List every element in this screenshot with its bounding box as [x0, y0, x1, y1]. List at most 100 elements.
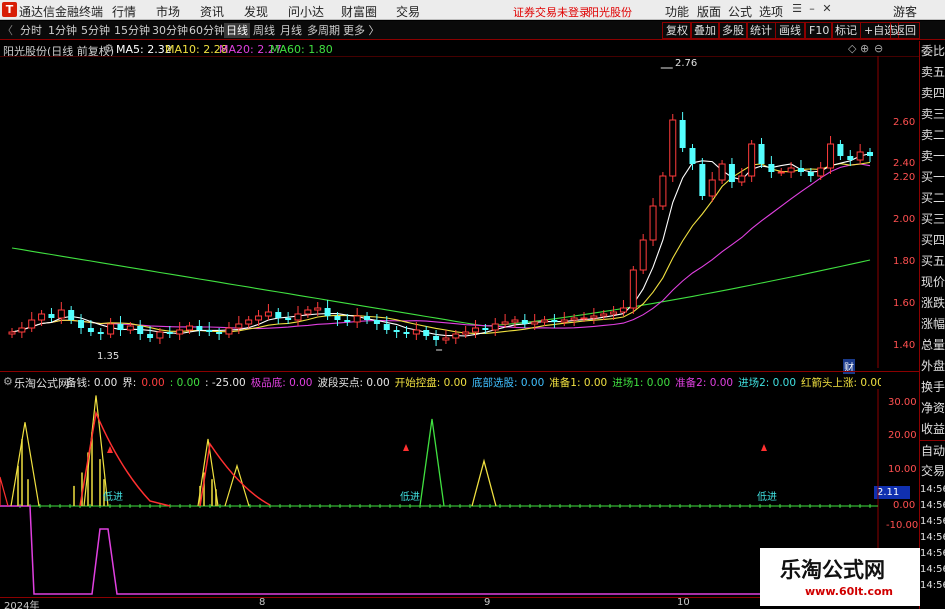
- menu-caifuquan[interactable]: 财富圈: [341, 3, 377, 20]
- side-zhangdie[interactable]: 涨跌: [920, 293, 945, 314]
- candle-body: [689, 148, 696, 164]
- candle-body: [541, 319, 549, 323]
- candle-body: [708, 179, 716, 197]
- side-sell1[interactable]: 卖一: [920, 146, 945, 167]
- tab-more[interactable]: 更多 〉: [343, 23, 380, 38]
- minimize-icon[interactable]: –: [805, 2, 819, 16]
- menu-shichang[interactable]: 市场: [156, 3, 180, 20]
- side-buy3[interactable]: 买三: [920, 209, 945, 230]
- back-button[interactable]: 返回: [890, 22, 920, 39]
- tab-duozhouqi[interactable]: 多周期: [307, 23, 340, 38]
- side-jingzi[interactable]: 净资: [920, 398, 945, 419]
- candle-body: [501, 321, 509, 325]
- candle-body: [57, 309, 65, 319]
- candle-body: [462, 331, 470, 335]
- candle-body: [186, 325, 194, 331]
- side-shouyi[interactable]: 收益: [920, 419, 945, 440]
- settings-gear-icon[interactable]: ⚙: [104, 42, 114, 55]
- zoom-out-icon[interactable]: ⊖: [874, 42, 883, 55]
- candle-body: [87, 328, 94, 332]
- tab-5min[interactable]: 5分钟: [81, 23, 110, 38]
- tab-1min[interactable]: 1分钟: [48, 23, 77, 38]
- tab-rixian[interactable]: 日线: [224, 23, 250, 38]
- watermark: 乐淘公式网 www.60lt.com: [760, 548, 920, 606]
- menu-gongneng[interactable]: 功能: [665, 3, 689, 20]
- side-buy4[interactable]: 买四: [920, 230, 945, 251]
- indicator-item: 波段买点: 0.00: [317, 377, 390, 388]
- tab-60min[interactable]: 60分钟: [189, 23, 225, 38]
- current-stock-name[interactable]: 阳光股份: [588, 4, 632, 20]
- duogu-button[interactable]: 多股: [718, 22, 748, 39]
- yellow-peak: [471, 458, 497, 507]
- side-xianjia[interactable]: 现价: [920, 272, 945, 293]
- fuquan-button[interactable]: 复权: [662, 22, 692, 39]
- diamond-icon[interactable]: ◇: [848, 42, 856, 55]
- watermark-url: www.60lt.com: [805, 585, 894, 598]
- side-buy1[interactable]: 买一: [920, 167, 945, 188]
- diejia-button[interactable]: 叠加: [690, 22, 720, 39]
- candle-body: [28, 319, 36, 329]
- time-tick: 2024年: [4, 601, 40, 609]
- side-sell2[interactable]: 卖二: [920, 125, 945, 146]
- side-sell3[interactable]: 卖三: [920, 104, 945, 125]
- indicator-item: 准备1: 0.00: [549, 377, 608, 388]
- red-arrow-icon: [403, 444, 409, 451]
- side-zhangfu[interactable]: 涨幅: [920, 314, 945, 335]
- candle-body: [837, 144, 844, 156]
- candle-body: [324, 308, 331, 316]
- user-guest[interactable]: 游客: [893, 3, 917, 20]
- candle-body: [255, 315, 263, 321]
- menu-xuanxiang[interactable]: 选项: [759, 3, 783, 20]
- tongji-button[interactable]: 统计: [746, 22, 776, 39]
- menu-wenxiaoda[interactable]: 问小达: [288, 3, 324, 20]
- candle-body: [373, 320, 380, 324]
- purple-line: [0, 505, 878, 595]
- menu-hangqing[interactable]: 行情: [112, 3, 136, 20]
- candle-body: [235, 323, 243, 329]
- side-huanshou[interactable]: 换手: [920, 377, 945, 398]
- skin-icon[interactable]: ☰: [790, 2, 804, 16]
- tab-yuexian[interactable]: 月线: [280, 23, 302, 38]
- side-buy5[interactable]: 买五: [920, 251, 945, 272]
- candle-body: [442, 337, 450, 341]
- menu-zixun[interactable]: 资讯: [200, 3, 224, 20]
- login-notice[interactable]: 证券交易未登录: [513, 4, 590, 20]
- candle-body: [216, 332, 223, 334]
- menu-banmian[interactable]: 版面: [697, 3, 721, 20]
- side-sell5[interactable]: 卖五: [920, 62, 945, 83]
- candle-body: [393, 330, 400, 332]
- indicator-gear-icon[interactable]: ⚙: [3, 375, 13, 388]
- side-jiaoyi[interactable]: 交易: [920, 461, 945, 482]
- candle-body: [758, 144, 765, 164]
- side-zidong[interactable]: 自动: [920, 440, 945, 461]
- side-sell4[interactable]: 卖四: [920, 83, 945, 104]
- menu-faxian[interactable]: 发现: [244, 3, 268, 20]
- indicator-item: 进场1: 0.00: [612, 377, 671, 388]
- candle-body: [560, 319, 568, 323]
- red-curve: [0, 476, 9, 507]
- zoom-in-icon[interactable]: ⊕: [860, 42, 869, 55]
- huaxian-button[interactable]: 画线: [775, 22, 805, 39]
- candlestick-chart[interactable]: [0, 56, 919, 368]
- tab-30min[interactable]: 30分钟: [152, 23, 188, 38]
- tab-15min[interactable]: 15分钟: [114, 23, 150, 38]
- side-waipan[interactable]: 外盘: [920, 356, 945, 377]
- close-icon[interactable]: ✕: [820, 2, 834, 16]
- tab-fenshi[interactable]: 分时: [20, 23, 42, 38]
- side-buy2[interactable]: 买二: [920, 188, 945, 209]
- side-zongliang[interactable]: 总量: [920, 335, 945, 356]
- candle-body: [314, 307, 322, 311]
- menu-jiaoyi[interactable]: 交易: [396, 3, 420, 20]
- indicator-item: : -25.00: [204, 377, 246, 388]
- collapse-icon[interactable]: 〈: [2, 23, 13, 38]
- f10-button[interactable]: F10: [805, 22, 834, 39]
- menu-gongshi[interactable]: 公式: [728, 3, 752, 20]
- biaoji-button[interactable]: 标记: [831, 22, 861, 39]
- indicator-item: 底部选股: 0.00: [472, 377, 545, 388]
- indicator-item: 0.00: [141, 377, 165, 388]
- tab-zhouxian[interactable]: 周线: [253, 23, 275, 38]
- side-weibi[interactable]: 委比: [920, 41, 945, 62]
- ma60-line: [11, 247, 871, 327]
- candle-body: [580, 317, 588, 320]
- candle-body: [748, 143, 756, 177]
